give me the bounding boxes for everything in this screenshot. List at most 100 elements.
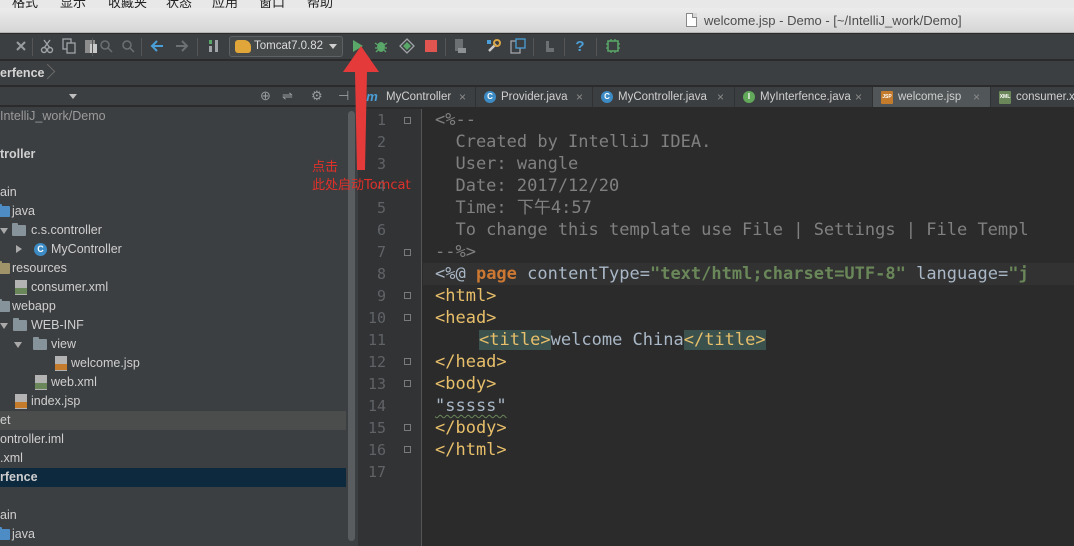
tree-row-pom-xml[interactable]: .xml <box>0 449 346 468</box>
view-dropdown-icon[interactable] <box>69 94 77 99</box>
project-structure-icon[interactable] <box>485 37 503 55</box>
expand-icon[interactable] <box>0 323 8 329</box>
tree-row-web-xml[interactable]: web.xml <box>0 373 346 392</box>
code-line-13[interactable]: <body> <box>435 373 496 395</box>
tree-row-java[interactable]: java <box>0 202 346 221</box>
tree-row-resources[interactable]: resources <box>0 259 346 278</box>
code-line-5[interactable]: Time: 下午4:57 <box>435 197 591 219</box>
code-line-11[interactable]: <title>welcome China</title> <box>479 329 766 351</box>
code-line-7[interactable]: --%> <box>435 241 476 263</box>
fold-marker-icon[interactable] <box>404 249 411 256</box>
folder-icon <box>33 337 47 350</box>
tree-row-module-controller[interactable]: troller <box>0 145 346 164</box>
package-icon <box>12 223 26 236</box>
tree-row-module-interfence[interactable]: rfence <box>0 468 346 487</box>
code-line-16[interactable]: </html> <box>435 439 507 461</box>
replace-icon[interactable] <box>119 37 137 55</box>
forward-icon[interactable] <box>173 37 191 55</box>
tree-row-index-jsp[interactable]: index.jsp <box>0 392 346 411</box>
tomcat-icon <box>235 40 251 53</box>
code-line-4[interactable]: Date: 2017/12/20 <box>435 175 619 197</box>
code-line-15[interactable]: </body> <box>435 417 507 439</box>
menu-item-apps[interactable]: 应用 <box>212 0 238 8</box>
tree-row-target[interactable]: et <box>0 411 346 430</box>
sdk-manager-icon[interactable] <box>541 37 559 55</box>
sdk-icon[interactable] <box>509 37 527 55</box>
build-icon[interactable] <box>205 37 223 55</box>
tree-row-mycontroller[interactable]: C MyController <box>0 240 346 259</box>
find-icon[interactable] <box>97 37 115 55</box>
close-icon[interactable]: × <box>855 87 862 107</box>
settings-icon[interactable] <box>12 37 30 55</box>
tab-mycontroller-java[interactable]: C MyController.java × <box>593 87 735 107</box>
expand-icon[interactable] <box>0 228 8 234</box>
code-line-10[interactable]: <head> <box>435 307 496 329</box>
cut-icon[interactable] <box>38 37 56 55</box>
gear-icon[interactable]: ⚙ <box>311 88 323 104</box>
code-line-6[interactable]: To change this template use File | Setti… <box>435 219 1028 241</box>
tree-row-main[interactable]: ain <box>0 183 346 202</box>
fold-marker-icon[interactable] <box>404 424 411 431</box>
window-title: welcome.jsp - Demo - [~/IntelliJ_work/De… <box>704 13 962 28</box>
menu-bar: 格式 显示 收藏夹 状态 应用 窗口 帮助 <box>0 0 1074 8</box>
xml-file-icon: XML <box>999 91 1011 104</box>
fold-marker-icon[interactable] <box>404 292 411 299</box>
tree-row-webapp[interactable]: webapp <box>0 297 346 316</box>
structure-icon[interactable] <box>451 37 469 55</box>
tab-welcome-jsp[interactable]: JSP welcome.jsp × <box>873 87 991 107</box>
close-icon[interactable]: × <box>576 87 583 107</box>
locate-icon[interactable]: ⊕ <box>260 88 271 104</box>
tab-myinterfence-java[interactable]: I MyInterfence.java × <box>735 87 873 107</box>
close-icon[interactable]: × <box>973 87 980 107</box>
help-icon[interactable]: ? <box>571 37 589 55</box>
collapse-icon[interactable] <box>16 245 22 253</box>
tree-row-web-inf[interactable]: WEB-INF <box>0 316 346 335</box>
code-editor[interactable]: <%-- Created by IntelliJ IDEA. User: wan… <box>423 109 1074 546</box>
menu-item-view[interactable]: 显示 <box>60 0 86 8</box>
fold-marker-icon[interactable] <box>404 380 411 387</box>
code-line-12[interactable]: </head> <box>435 351 507 373</box>
code-line-3[interactable]: User: wangle <box>435 153 578 175</box>
code-line-14[interactable]: "sssss" <box>435 395 507 417</box>
tab-provider-java[interactable]: C Provider.java × <box>476 87 593 107</box>
tab-consumer-xml[interactable]: XML consumer.x <box>991 87 1074 107</box>
folder-icon <box>0 204 10 217</box>
close-icon[interactable]: × <box>459 87 466 107</box>
code-line-1[interactable]: <%-- <box>435 109 476 131</box>
close-icon[interactable]: × <box>717 87 724 107</box>
menu-item-help[interactable]: 帮助 <box>307 0 333 8</box>
back-icon[interactable] <box>148 37 166 55</box>
folder-icon <box>0 527 10 540</box>
stop-icon[interactable] <box>422 37 440 55</box>
expand-icon[interactable] <box>14 342 22 348</box>
tree-row-iml[interactable]: ontroller.iml <box>0 430 346 449</box>
coverage-icon[interactable] <box>398 37 416 55</box>
tree-row-path[interactable]: IntelliJ_work/Demo <box>0 107 346 126</box>
project-tree: IntelliJ_work/Demo troller ain java c.s.… <box>0 107 346 546</box>
copy-icon[interactable] <box>60 37 78 55</box>
run-config-dropdown[interactable]: Tomcat7.0.82 <box>229 36 343 57</box>
tree-row-consumer-xml[interactable]: consumer.xml <box>0 278 346 297</box>
menu-item-window[interactable]: 窗口 <box>259 0 285 8</box>
fold-marker-icon[interactable] <box>404 358 411 365</box>
menu-item-status[interactable]: 状态 <box>166 0 192 8</box>
window-title-bar: welcome.jsp - Demo - [~/IntelliJ_work/De… <box>0 8 1074 33</box>
fold-marker-icon[interactable] <box>404 314 411 321</box>
collapse-all-icon[interactable]: ⇌ <box>282 88 293 104</box>
annotation-line-2: 此处启动Tomcat <box>312 178 411 193</box>
fold-marker-icon[interactable] <box>404 117 411 124</box>
menu-item-favorites[interactable]: 收藏夹 <box>108 0 147 8</box>
tree-row-main-2[interactable]: ain <box>0 506 346 525</box>
tree-row-view[interactable]: view <box>0 335 346 354</box>
resources-folder-icon <box>0 261 10 274</box>
main-toolbar: Tomcat7.0.82 ? <box>0 34 1074 60</box>
tree-row-welcome-jsp[interactable]: welcome.jsp <box>0 354 346 373</box>
tree-row-package[interactable]: c.s.controller <box>0 221 346 240</box>
menu-item-format[interactable]: 格式 <box>12 0 38 8</box>
code-line-9[interactable]: <html> <box>435 285 496 307</box>
code-line-8[interactable]: <%@ page contentType="text/html;charset=… <box>423 263 1074 285</box>
plugin-icon[interactable] <box>604 37 622 55</box>
code-line-2[interactable]: Created by IntelliJ IDEA. <box>435 131 711 153</box>
tree-row-java-2[interactable]: java <box>0 525 346 544</box>
fold-marker-icon[interactable] <box>404 446 411 453</box>
